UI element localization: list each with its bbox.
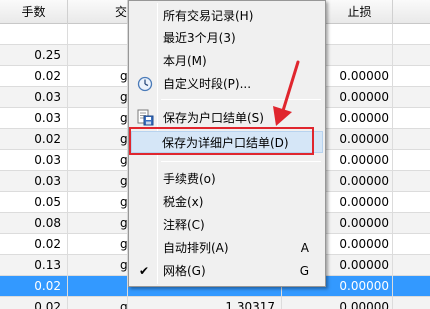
cell-stop-loss: 0.00000	[327, 108, 393, 129]
cell-stop-loss: 0.00000	[327, 129, 393, 150]
cell-empty	[393, 297, 430, 309]
menu-item-commission[interactable]: 手续费(o)	[131, 168, 323, 190]
cell-symbol	[68, 276, 128, 297]
cell-stop-loss: 0.00000	[327, 66, 393, 87]
menu-item-all-history[interactable]: 所有交易记录(H)	[131, 5, 323, 27]
menu-item-last-3-months[interactable]: 最近3个月(3)	[131, 27, 323, 49]
cell-symbol: g	[68, 150, 128, 171]
cell-price: 1.30317	[128, 297, 282, 309]
column-header-symbol[interactable]: 交	[68, 0, 128, 24]
cell-symbol: g	[68, 66, 128, 87]
cell-symbol: g	[68, 255, 128, 276]
cell-lots: 0.02	[0, 297, 68, 309]
menu-item-custom-period[interactable]: 自定义时段(P)...	[131, 73, 323, 95]
cell-empty	[393, 276, 430, 297]
cell-symbol: g	[68, 234, 128, 255]
cell-stop-loss: 0.00000	[327, 192, 393, 213]
cell-symbol: g	[68, 192, 128, 213]
cell-lots: 0.03	[0, 171, 68, 192]
cell-stop-loss	[327, 24, 393, 45]
column-header-lots[interactable]: 手数	[0, 0, 68, 24]
cell-lots: 0.03	[0, 150, 68, 171]
cell-symbol: g	[68, 87, 128, 108]
highlight-box	[129, 127, 314, 155]
menu-item-save-statement[interactable]: 保存为户口结单(S)	[131, 107, 323, 129]
cell-symbol	[68, 45, 128, 66]
cell-empty	[393, 192, 430, 213]
cell-lots	[0, 24, 68, 45]
cell-stop-loss: 0.00000	[327, 150, 393, 171]
cell-stop-loss	[327, 45, 393, 66]
cell-empty	[393, 234, 430, 255]
shortcut-key: G	[299, 264, 309, 278]
cell-lots: 0.05	[0, 192, 68, 213]
cell-lots: 0.02	[0, 129, 68, 150]
cell-symbol: g	[68, 129, 128, 150]
checkmark-icon: ✔	[139, 264, 150, 278]
cell-lots: 0.08	[0, 213, 68, 234]
cell-stop-loss: 0.00000	[327, 234, 393, 255]
cell-empty	[393, 108, 430, 129]
menu-item-comments[interactable]: 注释(C)	[131, 214, 323, 236]
cell-stop-loss: 0.00000	[327, 213, 393, 234]
cell-stop-loss: 0.00000	[327, 276, 393, 297]
cell-empty	[393, 171, 430, 192]
cell-stop-loss: 0.00000	[327, 297, 393, 309]
cell-empty	[393, 213, 430, 234]
menu-separator	[161, 99, 321, 100]
cell-stop-loss: 0.00000	[327, 87, 393, 108]
menu-item-this-month[interactable]: 本月(M)	[131, 50, 323, 72]
cell-empty	[393, 24, 430, 45]
cell-lots: 0.02	[0, 234, 68, 255]
cell-symbol: g	[68, 108, 128, 129]
cell-empty	[393, 255, 430, 276]
cell-lots: 0.25	[0, 45, 68, 66]
menu-separator	[161, 161, 321, 162]
clock-icon	[137, 76, 153, 99]
cell-stop-loss: 0.00000	[327, 255, 393, 276]
cell-lots: 0.02	[0, 66, 68, 87]
menu-item-tax[interactable]: 税金(x)	[131, 191, 323, 213]
cell-empty	[393, 129, 430, 150]
cell-symbol: g	[68, 213, 128, 234]
cell-lots: 0.02	[0, 276, 68, 297]
cell-symbol	[68, 24, 128, 45]
cell-empty	[393, 87, 430, 108]
cell-lots: 0.03	[0, 108, 68, 129]
cell-lots: 0.13	[0, 255, 68, 276]
cell-empty	[393, 45, 430, 66]
table-row[interactable]: 0.02gbpusd-1.30317 0.00000	[0, 297, 430, 309]
cell-symbol: g	[68, 171, 128, 192]
cell-lots: 0.03	[0, 87, 68, 108]
cell-empty	[393, 150, 430, 171]
menu-item-grid[interactable]: ✔ 网格(G) G	[131, 260, 323, 282]
shortcut-key: A	[300, 241, 309, 255]
column-header-stop-loss[interactable]: 止损	[327, 0, 393, 24]
cell-symbol: gbpusd-	[68, 297, 128, 309]
menu-item-auto-arrange[interactable]: 自动排列(A) A	[131, 237, 323, 259]
cell-stop-loss: 0.00000	[327, 171, 393, 192]
cell-empty	[393, 66, 430, 87]
